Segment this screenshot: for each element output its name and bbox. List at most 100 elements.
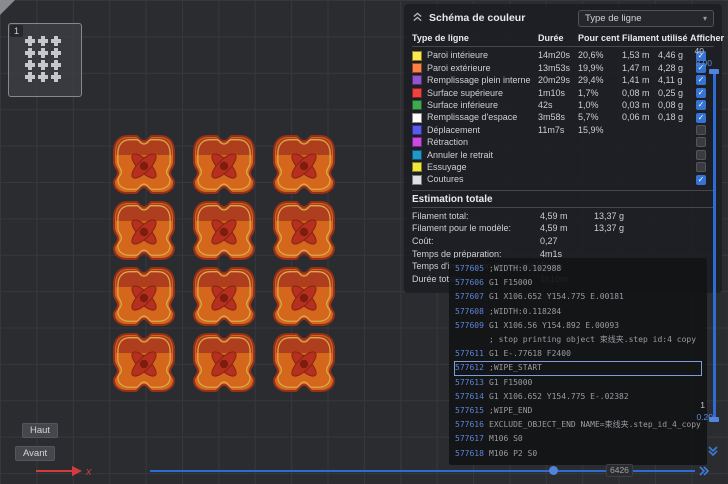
gcode-line-number: 577613 [455,377,489,389]
estimation-label: Filament total: [412,210,540,223]
gcode-line-text: M106 P2 S0 [489,448,537,460]
show-checkbox[interactable]: ✓ [696,75,706,85]
show-checkbox[interactable] [696,150,706,160]
table-header: Type de ligne Durée Pour cent Filament u… [412,32,714,47]
header-duration: Durée [538,32,578,44]
axis-x-arrow [72,466,82,476]
chevron-down-icon: ▾ [703,14,707,23]
show-checkbox[interactable] [696,137,706,147]
type-percent: 5,7% [578,111,622,123]
type-label: Surface supérieure [427,87,503,99]
type-duration: 20m29s [538,74,578,86]
gcode-line[interactable]: 577617 M106 S0 [454,432,702,446]
gcode-line-text: G1 E-.77618 F2400 [489,348,571,360]
type-percent: 1,7% [578,87,622,99]
type-label: Surface inférieure [427,99,498,111]
show-checkbox[interactable]: ✓ [696,100,706,110]
gcode-lines: 577605 ;WIDTH:0.102988 577606 G1 F15000 … [454,262,702,461]
gcode-line[interactable]: 577605 ;WIDTH:0.102988 [454,262,702,276]
layer-slider-track[interactable] [713,70,716,422]
gcode-line[interactable]: 577614 G1 X106.652 Y154.775 E-.02382 [454,390,702,404]
gcode-line-number: 577612 [455,362,489,374]
gcode-line[interactable]: 577606 G1 F15000 [454,276,702,290]
filament-length: 0,06 m [622,111,658,123]
gcode-line-text: G1 X106.56 Y154.892 E.00093 [489,320,619,332]
gcode-line-text: M106 S0 [489,433,523,445]
gcode-line-number: 577609 [455,320,489,332]
gcode-line[interactable]: 577607 G1 X106.652 Y154.775 E.00181 [454,290,702,304]
plate-thumbnail[interactable]: 1 [8,23,82,97]
gcode-line-number: 577615 [455,405,489,417]
legend-rows: Paroi intérieure 14m20s 20,6% 1,53 m 4,4… [412,49,714,185]
gcode-line-text: ;WIDTH:0.118284 [489,306,561,318]
gcode-line-number: 577608 [455,306,489,318]
gcode-line-text: ;WIPE_START [489,362,542,374]
type-color-swatch [412,113,422,123]
color-scheme-panel: Schéma de couleur Type de ligne ▾ Type d… [404,4,722,293]
type-percent: 1,0% [578,99,622,111]
layer-bottom-height: 0.20 [696,412,713,422]
axis-indicator: x [30,458,94,480]
plate-preview-objects [25,36,65,84]
legend-row: Rétraction [412,136,714,148]
gcode-line[interactable]: 577618 M106 P2 S0 [454,447,702,461]
plate-number: 1 [10,25,23,37]
view-top-button[interactable]: Haut [22,423,58,438]
estimation-label: Coût: [412,235,540,248]
gcode-line[interactable]: 577609 G1 X106.56 Y154.892 E.00093 [454,319,702,333]
legend-row: Surface inférieure 42s 1,0% 0,03 m 0,08 … [412,99,714,111]
legend-row: Coutures ✓ [412,173,714,185]
estimation-row: Coût: 0,27 [412,235,714,248]
layer-top-number: 40 [695,46,704,56]
header-type: Type de ligne [412,32,538,44]
gcode-line-text: ;WIPE_END [489,405,532,417]
gcode-line-number: 577605 [455,263,489,275]
legend-header: Schéma de couleur Type de ligne ▾ [412,9,714,27]
legend-row: Remplissage d'espace 3m58s 5,7% 0,06 m 0… [412,111,714,123]
type-duration: 14m20s [538,49,578,61]
move-slider-end-icon[interactable] [698,464,710,482]
gcode-line[interactable]: 577615 ;WIPE_END [454,404,702,418]
show-checkbox[interactable] [696,162,706,172]
one-layer-mode-icon[interactable] [707,444,719,462]
type-label: Déplacement [427,124,480,136]
show-checkbox[interactable] [696,125,706,135]
show-checkbox[interactable]: ✓ [696,113,706,123]
gcode-line-number: 577614 [455,391,489,403]
legend-row: Remplissage plein interne 20m29s 29,4% 1… [412,74,714,86]
type-color-swatch [412,100,422,110]
type-percent: 20,6% [578,49,622,61]
gcode-viewer[interactable]: 577605 ;WIDTH:0.102988 577606 G1 F15000 … [449,258,707,465]
move-slider-handle[interactable] [549,466,558,475]
type-duration: 42s [538,99,578,111]
gcode-line-number: 577617 [455,433,489,445]
collapse-icon[interactable] [412,9,423,27]
layer-top-height: 8.00 [695,58,712,68]
layer-slider-handle-top[interactable] [709,69,719,74]
move-slider-value: 6426 [606,464,633,477]
estimation-row: Filament total: 4,59 m 13,37 g [412,210,714,223]
legend-row: Paroi extérieure 13m53s 19,9% 1,47 m 4,2… [412,62,714,74]
header-filament: Filament utilisé [622,32,690,44]
view-type-select[interactable]: Type de ligne ▾ [578,10,714,27]
gcode-line[interactable]: ; stop printing object 束线夹.step id:4 cop… [454,333,702,347]
type-duration: 1m10s [538,87,578,99]
gcode-line[interactable]: 577613 G1 F15000 [454,376,702,390]
gcode-line[interactable]: 577612 ;WIPE_START [454,361,702,375]
type-duration: 3m58s [538,111,578,123]
type-color-swatch [412,75,422,85]
legend-row: Surface supérieure 1m10s 1,7% 0,08 m 0,2… [412,87,714,99]
filament-weight: 0,08 g [658,99,690,111]
show-checkbox[interactable]: ✓ [696,88,706,98]
gcode-line[interactable]: 577608 ;WIDTH:0.118284 [454,305,702,319]
gcode-line[interactable]: 577616 EXCLUDE_OBJECT_END NAME=束线夹.step_… [454,418,702,432]
estimation-value-2 [594,235,652,248]
type-color-swatch [412,125,422,135]
type-color-swatch [412,51,422,61]
show-checkbox[interactable]: ✓ [696,175,706,185]
gcode-line[interactable]: 577611 G1 E-.77618 F2400 [454,347,702,361]
type-color-swatch [412,137,422,147]
type-color-swatch [412,162,422,172]
estimation-value-1: 4,59 m [540,210,594,223]
type-label: Paroi intérieure [427,49,488,61]
